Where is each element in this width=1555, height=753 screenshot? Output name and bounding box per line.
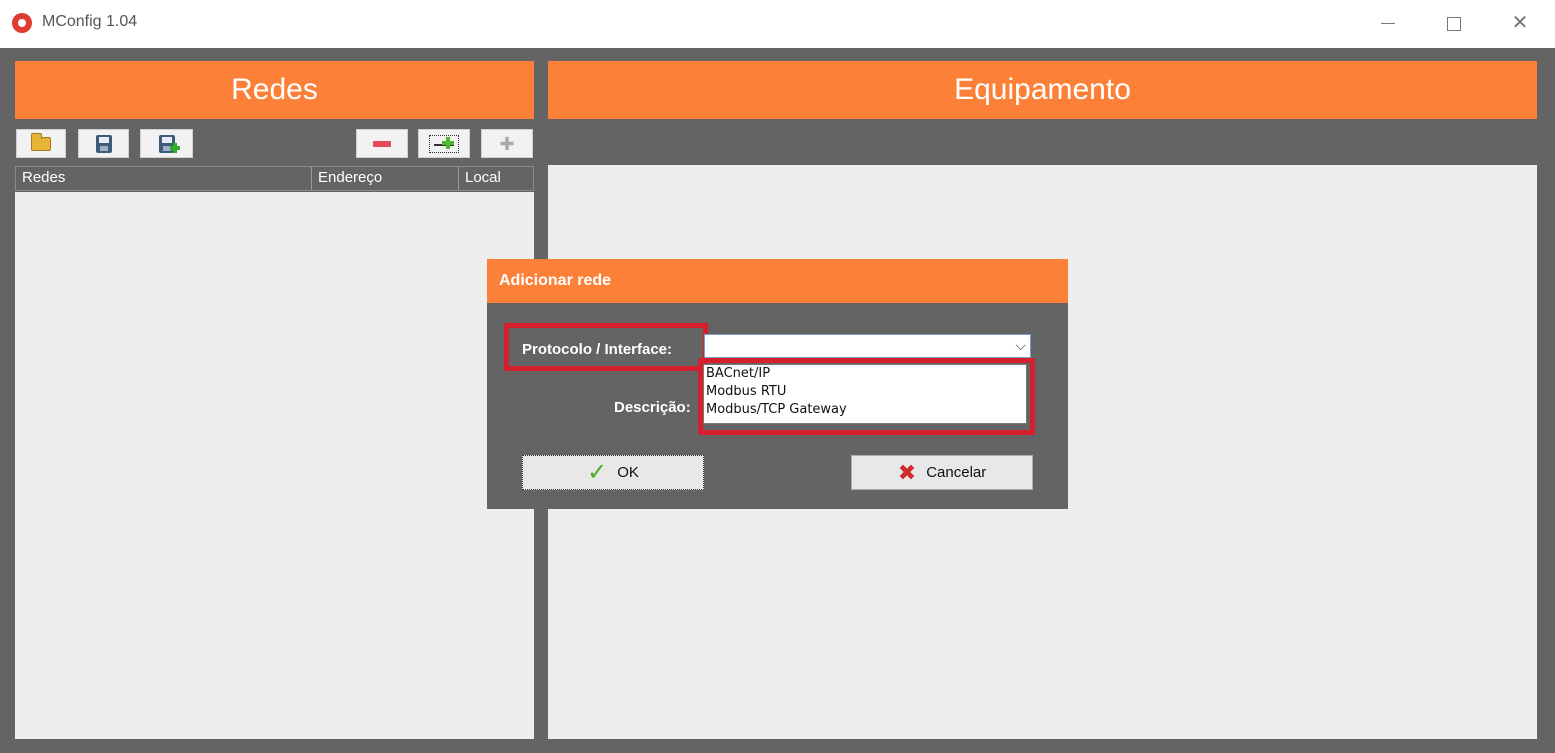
ok-button[interactable]: ✓ OK: [522, 455, 704, 490]
plus-icon: ✚: [499, 133, 515, 154]
app-logo-icon: [12, 13, 32, 33]
maximize-button[interactable]: [1434, 9, 1474, 37]
column-header-endereco[interactable]: Endereço: [312, 167, 459, 190]
plus-badge-icon: [170, 143, 180, 153]
open-button[interactable]: [16, 129, 66, 158]
minimize-icon: [1381, 23, 1395, 25]
cancel-button[interactable]: ✖ Cancelar: [851, 455, 1033, 490]
minimize-button[interactable]: [1368, 9, 1408, 37]
dropdown-highlight: [698, 358, 1035, 435]
window-title: MConfig 1.04: [42, 13, 138, 30]
redes-list[interactable]: [15, 192, 534, 739]
minus-icon: [373, 140, 391, 147]
cancel-x-icon: ✖: [897, 459, 917, 485]
redes-header: Redes: [15, 61, 534, 119]
add-network-icon: [429, 134, 459, 153]
ok-label: OK: [617, 464, 639, 481]
remove-network-button[interactable]: [356, 129, 408, 158]
save-button[interactable]: [78, 129, 129, 158]
folder-open-icon: [31, 132, 51, 151]
title-bar: MConfig 1.04 ✕: [0, 0, 1555, 48]
column-header-redes[interactable]: Redes: [16, 167, 312, 190]
chevron-down-icon[interactable]: ⌵: [1015, 337, 1026, 354]
redes-table-header: Redes Endereço Local: [15, 166, 534, 191]
add-device-button[interactable]: ✚: [481, 129, 533, 158]
protocol-label-highlight: [504, 323, 708, 371]
cancel-label: Cancelar: [926, 464, 987, 481]
save-icon: [95, 134, 112, 153]
maximize-icon: [1447, 16, 1461, 31]
equipamento-header: Equipamento: [548, 61, 1537, 119]
close-button[interactable]: ✕: [1500, 9, 1540, 37]
column-header-local[interactable]: Local: [459, 167, 533, 190]
close-icon: ✕: [1511, 12, 1529, 34]
description-label: Descrição:: [614, 399, 691, 416]
checkmark-icon: ✓: [587, 459, 608, 486]
add-network-button[interactable]: [418, 129, 470, 158]
dialog-title: Adicionar rede: [487, 259, 1068, 303]
save-as-button[interactable]: [140, 129, 193, 158]
add-network-dialog: Adicionar rede Protocolo / Interface: ⌵ …: [487, 259, 1068, 509]
protocol-select[interactable]: ⌵: [704, 334, 1031, 358]
